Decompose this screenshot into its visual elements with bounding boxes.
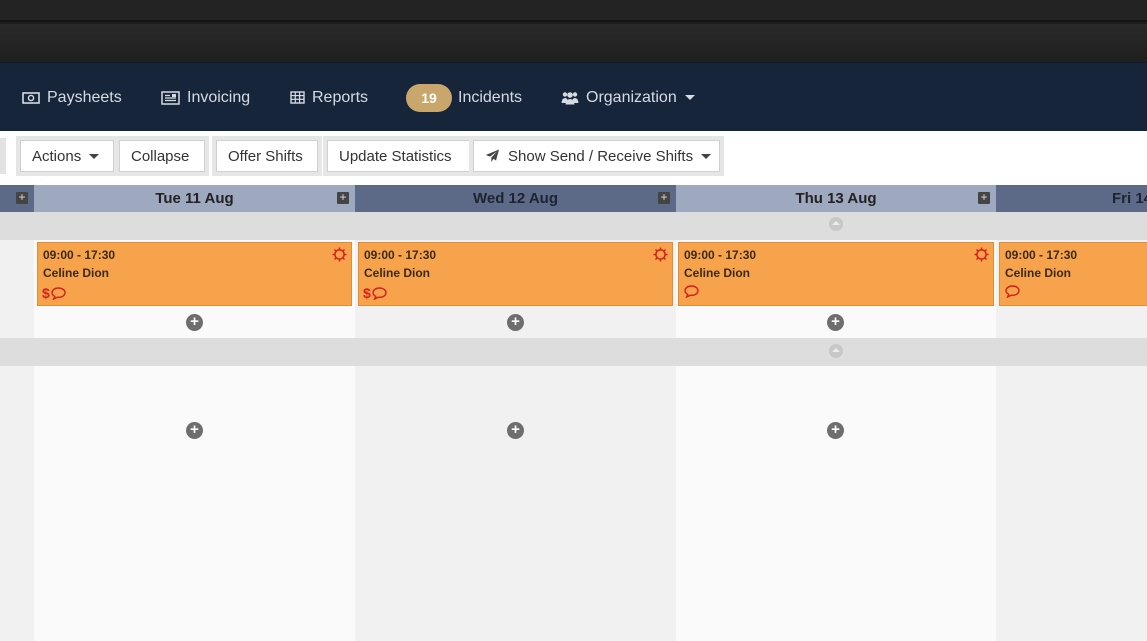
- day-header-fri: Fri 14: [996, 185, 1147, 212]
- shift-time: 09:00 - 17:30: [684, 248, 757, 262]
- offer-shifts-button-label: Offer Shifts: [228, 147, 303, 165]
- shift-time: 09:00 - 17:30: [1005, 248, 1078, 262]
- collapse-button[interactable]: Collapse: [119, 140, 205, 172]
- dollar-icon: $: [363, 285, 371, 301]
- add-shift-day-icon[interactable]: +: [978, 191, 990, 204]
- table-icon: [290, 91, 305, 104]
- comment-icon[interactable]: [1005, 285, 1020, 298]
- nav-invoicing-label: Invoicing: [187, 88, 251, 106]
- add-shift-day-icon[interactable]: +: [658, 191, 670, 204]
- nav-organization[interactable]: Organization: [561, 63, 695, 132]
- group-band-middle: [0, 338, 1147, 366]
- day-header-label: Tue 11 Aug: [155, 190, 234, 207]
- shift-card[interactable]: 09:00 - 17:30 Celine Dion: [678, 242, 994, 306]
- main-navbar: Paysheets Invoicing Reports 19 Incidents…: [0, 62, 1147, 131]
- top-bar: [0, 0, 1147, 62]
- time-gutter: [0, 212, 34, 641]
- update-statistics-button-label: Update Statistics: [339, 147, 452, 165]
- add-shift-button[interactable]: +: [827, 314, 844, 331]
- nav-organization-label: Organization: [586, 88, 677, 106]
- shift-employee-name: Celine Dion: [43, 266, 110, 280]
- send-receive-button-wrap: Show Send / Receive Shifts: [469, 136, 724, 176]
- nav-paysheets-label: Paysheets: [47, 88, 122, 106]
- comment-icon[interactable]: [51, 286, 66, 300]
- offer-shifts-button[interactable]: Offer Shifts: [216, 140, 318, 172]
- nav-incidents[interactable]: 19 Incidents: [406, 63, 522, 132]
- expand-all-icon[interactable]: +: [16, 191, 28, 204]
- collapse-up-icon[interactable]: [829, 217, 843, 231]
- top-strip: [0, 0, 1147, 22]
- actions-button-wrap: Actions: [16, 136, 118, 176]
- shift-time: 09:00 - 17:30: [364, 248, 437, 262]
- send-receive-button-label: Show Send / Receive Shifts: [508, 147, 694, 165]
- paper-plane-icon: [485, 149, 500, 163]
- add-shift-button[interactable]: +: [186, 422, 203, 439]
- actions-button[interactable]: Actions: [20, 140, 114, 172]
- update-statistics-button[interactable]: Update Statistics: [327, 140, 471, 172]
- actions-button-label: Actions: [32, 147, 82, 165]
- shift-card[interactable]: 09:00 - 17:30 Celine Dion: [999, 242, 1147, 306]
- day-header-wed: Wed 12 Aug: [355, 185, 676, 212]
- money-icon: [22, 91, 40, 105]
- day-header-tue: Tue 11 Aug: [34, 185, 355, 212]
- update-statistics-button-wrap: Update Statistics: [323, 136, 475, 176]
- day-header-thu: Thu 13 Aug: [676, 185, 996, 212]
- shift-employee-name: Celine Dion: [684, 266, 751, 280]
- shift-card[interactable]: 09:00 - 17:30 Celine Dion $: [358, 242, 673, 306]
- group-band-top: [0, 212, 1147, 240]
- dollar-icon: $: [42, 285, 50, 301]
- offer-shifts-button-wrap: Offer Shifts: [212, 136, 322, 176]
- day-header-label: Thu 13 Aug: [795, 190, 877, 207]
- chevron-down-icon: [684, 95, 695, 100]
- add-shift-day-icon[interactable]: +: [337, 191, 349, 204]
- chevron-down-icon: [89, 153, 100, 159]
- newspaper-icon: [161, 90, 180, 105]
- comment-icon[interactable]: [684, 285, 699, 298]
- incidents-count-badge: 19: [406, 83, 452, 112]
- alert-gear-icon[interactable]: [653, 247, 668, 267]
- add-shift-button[interactable]: +: [186, 314, 203, 331]
- collapse-button-wrap: Collapse: [115, 136, 209, 176]
- add-shift-button[interactable]: +: [507, 422, 524, 439]
- send-receive-shifts-button[interactable]: Show Send / Receive Shifts: [473, 140, 720, 172]
- users-icon: [561, 91, 579, 105]
- shift-time: 09:00 - 17:30: [43, 248, 116, 262]
- collapse-up-icon[interactable]: [829, 344, 843, 358]
- top-strip-secondary: [0, 24, 1147, 62]
- day-header-label: Fri 14: [1112, 190, 1147, 207]
- add-shift-button[interactable]: +: [827, 422, 844, 439]
- nav-reports[interactable]: Reports: [290, 63, 368, 132]
- nav-reports-label: Reports: [312, 88, 369, 106]
- alert-gear-icon[interactable]: [332, 247, 347, 267]
- day-header-label: Wed 12 Aug: [472, 190, 558, 207]
- shift-card[interactable]: 09:00 - 17:30 Celine Dion $: [37, 242, 352, 306]
- chevron-down-icon: [701, 153, 712, 159]
- add-shift-button[interactable]: +: [507, 314, 524, 331]
- nav-paysheets[interactable]: Paysheets: [22, 63, 122, 132]
- nav-invoicing[interactable]: Invoicing: [161, 63, 250, 132]
- toolbar-left-stub: [0, 138, 6, 174]
- shift-employee-name: Celine Dion: [1005, 266, 1072, 280]
- collapse-button-label: Collapse: [131, 147, 190, 165]
- alert-gear-icon[interactable]: [974, 247, 989, 267]
- nav-incidents-label: Incidents: [458, 88, 523, 106]
- shift-employee-name: Celine Dion: [364, 266, 431, 280]
- comment-icon[interactable]: [372, 286, 387, 300]
